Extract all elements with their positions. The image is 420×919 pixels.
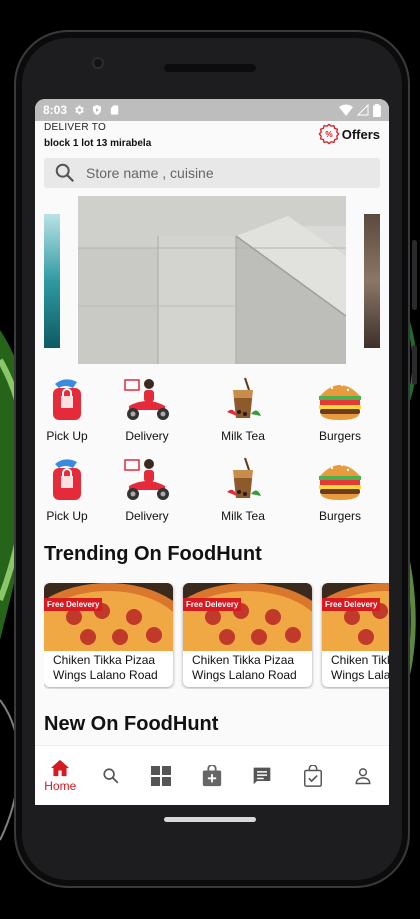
burger-icon	[319, 383, 361, 420]
pickup-bag-icon	[53, 379, 81, 420]
category-pick-up[interactable]: Pick Up	[35, 376, 99, 443]
nav-search[interactable]	[86, 746, 137, 805]
bottom-navigation: Home	[35, 745, 389, 805]
restaurant-name: Chiken Tikka Pizaa	[192, 653, 295, 667]
category-label: Milk Tea	[221, 509, 265, 523]
free-delivery-badge: Free Delevery	[183, 598, 242, 611]
home-indicator	[164, 817, 256, 822]
app-screen: 8:03 DELIVER TO block 1 lot 13 mirabela …	[35, 99, 389, 805]
trending-card[interactable]: Free Delevery Chiken Tikka Pizaa Wings L…	[183, 583, 312, 687]
category-burgers[interactable]: Burgers	[291, 376, 389, 443]
category-milk-tea[interactable]: Milk Tea	[195, 456, 291, 523]
category-delivery[interactable]: Delivery	[99, 376, 195, 443]
burger-icon	[319, 463, 361, 500]
power-button	[412, 240, 417, 310]
trending-card[interactable]: Free Delevery Chiken Tikka Pizaa Wings L…	[322, 583, 389, 687]
pizza-image	[183, 583, 312, 651]
delivery-scooter-icon	[124, 379, 169, 420]
settings-gear-icon	[75, 105, 84, 115]
milk-tea-icon	[227, 457, 261, 498]
category-label: Milk Tea	[221, 429, 265, 443]
status-time: 8:03	[43, 103, 68, 117]
sd-card-icon	[110, 105, 119, 115]
chat-icon	[253, 767, 271, 785]
category-row: Pick Up Delivery Milk Tea Burgers	[35, 376, 389, 443]
nav-home-label: Home	[44, 779, 77, 793]
nav-orders[interactable]	[288, 746, 339, 805]
category-label: Delivery	[125, 509, 169, 523]
new-section-title: New On FoodHunt	[44, 713, 219, 735]
nav-home[interactable]: Home	[35, 746, 86, 805]
grid-icon	[151, 766, 172, 786]
cell-signal-icon	[357, 104, 369, 116]
nav-profile[interactable]	[338, 746, 389, 805]
play-protect-icon	[93, 105, 102, 115]
status-bar: 8:03	[35, 99, 389, 121]
category-label: Burgers	[318, 509, 362, 523]
category-label: Burgers	[318, 429, 362, 443]
offers-button[interactable]: % Offers	[318, 123, 380, 145]
search-icon	[55, 163, 75, 183]
pickup-bag-icon	[53, 459, 81, 500]
earpiece-speaker	[164, 64, 256, 72]
delivery-scooter-icon	[124, 459, 169, 500]
nav-messages[interactable]	[237, 746, 288, 805]
discount-badge-icon: %	[318, 123, 340, 145]
pizza-image	[44, 583, 173, 651]
nav-categories[interactable]	[136, 746, 187, 805]
category-label: Pick Up	[46, 509, 88, 523]
restaurant-location: Wings Lalano Road	[192, 668, 297, 682]
banner-carousel[interactable]	[35, 196, 389, 366]
svg-text:%: %	[325, 130, 333, 139]
banner-slide-prev[interactable]	[44, 214, 60, 348]
banner-slide-current[interactable]	[78, 196, 346, 364]
home-icon	[51, 759, 70, 777]
person-icon	[355, 768, 371, 785]
deliver-to-label: DELIVER TO	[44, 122, 107, 133]
category-pick-up[interactable]: Pick Up	[35, 456, 99, 523]
delivery-header: DELIVER TO block 1 lot 13 mirabela % Off…	[35, 121, 389, 153]
restaurant-location: Wings Lalano Road	[331, 668, 389, 682]
add-bag-icon	[202, 765, 221, 787]
free-delivery-badge: Free Delevery	[322, 598, 381, 611]
category-label: Pick Up	[46, 429, 88, 443]
delivery-address[interactable]: block 1 lot 13 mirabela	[44, 138, 151, 149]
search-icon	[103, 768, 119, 784]
category-milk-tea[interactable]: Milk Tea	[195, 376, 291, 443]
volume-button	[412, 345, 417, 385]
category-delivery[interactable]: Delivery	[99, 456, 195, 523]
category-row: Pick Up Delivery Milk Tea Burgers	[35, 456, 389, 523]
trending-card[interactable]: Free Delevery Chiken Tikka Pizaa Wings L…	[44, 583, 173, 687]
category-label: Delivery	[125, 429, 169, 443]
free-delivery-badge: Free Delevery	[44, 598, 103, 611]
search-bar[interactable]	[44, 158, 380, 188]
trending-section-title: Trending On FoodHunt	[44, 543, 262, 565]
front-camera	[92, 57, 104, 69]
offers-label: Offers	[341, 126, 380, 142]
wifi-icon	[339, 104, 353, 116]
trending-carousel[interactable]: Free Delevery Chiken Tikka Pizaa Wings L…	[44, 583, 389, 689]
restaurant-name: Chiken Tikka Pizaa	[331, 653, 389, 667]
banner-slide-next[interactable]	[364, 214, 380, 348]
pizza-image	[322, 583, 389, 651]
restaurant-name: Chiken Tikka Pizaa	[53, 653, 156, 667]
nav-add-to-bag[interactable]	[187, 746, 238, 805]
category-burgers[interactable]: Burgers	[291, 456, 389, 523]
battery-icon	[373, 103, 381, 117]
checked-bag-icon	[303, 765, 322, 787]
search-input[interactable]	[86, 165, 346, 181]
milk-tea-icon	[227, 377, 261, 418]
restaurant-location: Wings Lalano Road	[53, 668, 158, 682]
